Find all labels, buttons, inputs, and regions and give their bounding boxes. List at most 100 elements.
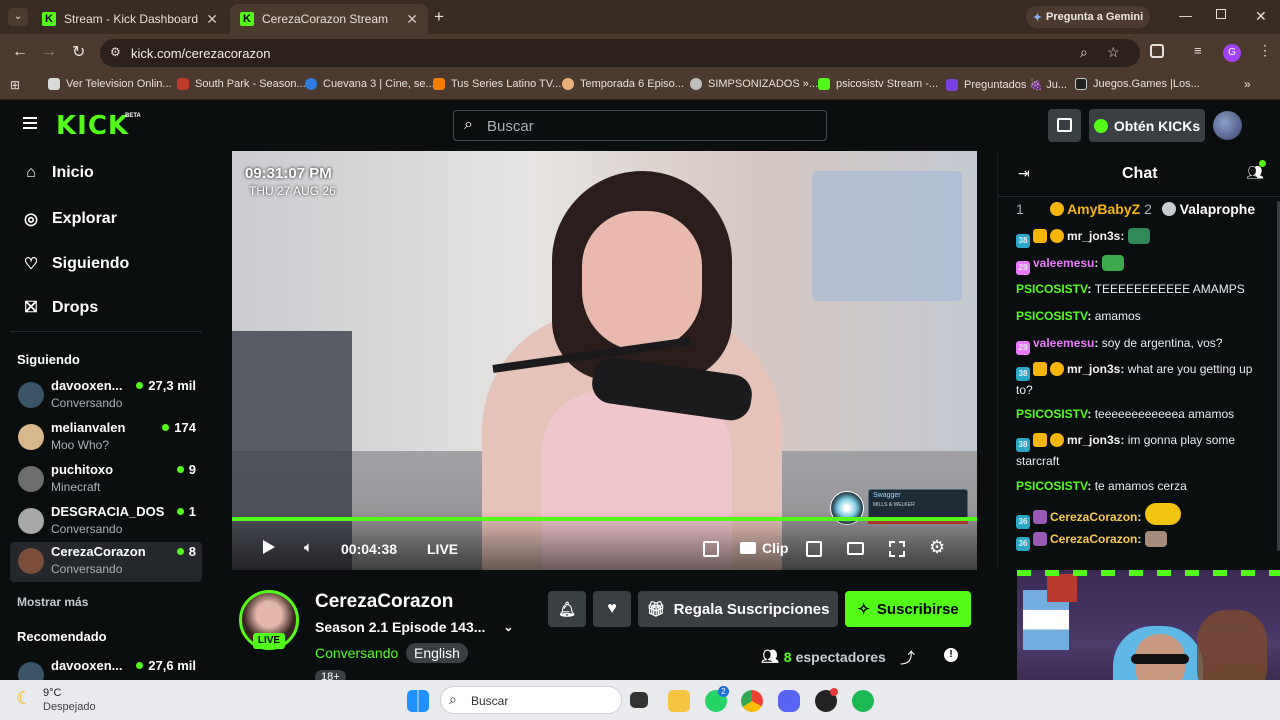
theater-mode-icon[interactable]: [847, 542, 864, 555]
subscriber-badge-icon: 29: [1016, 261, 1030, 275]
profile-avatar[interactable]: G: [1223, 44, 1241, 62]
channel-name[interactable]: CerezaCorazon: [315, 591, 453, 613]
home-icon: ⌂: [26, 164, 36, 181]
kick-logo[interactable]: KICK: [56, 111, 129, 141]
chat-message: 36 CerezaCorazon:: [1016, 530, 1271, 551]
bookmark-item[interactable]: psicosistv Stream -...: [818, 78, 938, 90]
user-avatar[interactable]: [1213, 111, 1242, 140]
following-item[interactable]: davooxen... Conversando 27,3 mil: [10, 376, 202, 416]
bookmark-item[interactable]: South Park - Season...: [177, 78, 306, 90]
get-kicks-button[interactable]: Obtén KICKs: [1089, 109, 1205, 142]
heart-icon: ♡: [23, 256, 39, 273]
elapsed-time: 00:04:38: [341, 541, 398, 557]
zoom-icon[interactable]: ⌕: [1080, 44, 1088, 61]
menu-dots-icon[interactable]: ⋮: [1258, 42, 1272, 59]
following-item[interactable]: melianvalen Moo Who? 174: [10, 418, 202, 458]
settings-gear-icon[interactable]: ⚙: [929, 537, 945, 558]
play-icon[interactable]: [263, 540, 275, 554]
following-item[interactable]: puchitoxo Minecraft 9: [10, 460, 202, 500]
bookmark-item[interactable]: SIMPSONIZADOS »...: [690, 78, 818, 90]
fullscreen-icon[interactable]: [889, 541, 905, 557]
bookmark-item[interactable]: Cuevana 3 | Cine, se...: [305, 78, 435, 90]
subscribe-button[interactable]: ✧ Suscribirse: [845, 591, 971, 627]
volume-icon[interactable]: 🔈︎: [304, 539, 313, 556]
follow-heart-button[interactable]: ♥: [593, 591, 631, 627]
following-item[interactable]: DESGRACIA_DOS Conversando 1: [10, 502, 202, 542]
media-control-icon[interactable]: ≡: [1194, 43, 1202, 58]
spotify-icon[interactable]: [852, 690, 874, 712]
bookmark-item[interactable]: Ver Television Onlin...: [48, 78, 172, 90]
bookmark-star-icon[interactable]: ☆: [1107, 44, 1120, 61]
chat-message: PSICOSISTV: te amamos cerza: [1016, 479, 1187, 493]
kick-header: KICK BETA ⌕ Buscar Obtén KICKs: [0, 100, 1280, 150]
tab-close-icon[interactable]: ✕: [206, 11, 218, 28]
video-player[interactable]: 09:31:07 PM THU 27 AUG 26 Swagger MILLS …: [232, 151, 977, 570]
minimize-player-icon[interactable]: [703, 541, 719, 557]
subscriber-badge-icon: 38: [1016, 234, 1030, 248]
site-info-icon[interactable]: ⚙: [110, 45, 121, 59]
dashboard-icon: [1057, 118, 1072, 132]
avatar: [18, 466, 44, 492]
nav-drops[interactable]: ⛝ Drops: [22, 299, 98, 317]
address-bar[interactable]: ⚙ kick.com/cerezacorazon ⌕ ☆: [100, 39, 1140, 67]
search-input[interactable]: ⌕ Buscar: [453, 110, 827, 141]
file-explorer-icon[interactable]: [668, 690, 690, 712]
dashboard-button[interactable]: [1048, 109, 1081, 142]
streamer-face: [582, 211, 702, 351]
share-icon[interactable]: ⤴: [900, 647, 915, 668]
taskbar-search[interactable]: ⌕ Buscar: [440, 686, 622, 714]
notification-dot: [830, 688, 838, 696]
apps-grid-icon[interactable]: ⊞: [10, 78, 20, 92]
bookmark-item[interactable]: Tus Series Latino TV...: [433, 78, 561, 90]
collapse-chat-icon[interactable]: ⇥: [1018, 165, 1030, 182]
minimize-icon[interactable]: —: [1179, 8, 1192, 23]
back-icon[interactable]: ←: [12, 43, 28, 61]
clip-button[interactable]: Clip: [740, 540, 788, 556]
following-item-active[interactable]: CerezaCorazon Conversando 8: [10, 542, 202, 582]
new-tab-icon[interactable]: +: [434, 7, 444, 27]
windows-taskbar: ☾ 9°C Despejado ⌕ Buscar 2: [0, 680, 1280, 720]
channel-info: LIVE CerezaCorazon Season 2.1 Episode 14…: [212, 570, 997, 684]
bookmark-item[interactable]: Temporada 6 Episo...: [562, 78, 684, 90]
chat-message: PSICOSISTV: amamos: [1016, 309, 1141, 323]
task-view-icon[interactable]: [630, 692, 648, 708]
menu-hamburger-icon[interactable]: [23, 117, 37, 129]
notifications-button[interactable]: 🔔︎: [548, 591, 586, 627]
bookmark-favicon-icon: [433, 78, 445, 90]
stream-title[interactable]: Season 2.1 Episode 143... ⌄: [315, 619, 513, 635]
subscriber-badge-icon: 38: [1016, 438, 1030, 452]
more-bookmarks-icon[interactable]: »: [1244, 77, 1251, 91]
more-info-icon[interactable]: !: [944, 648, 958, 662]
extensions-icon[interactable]: [1150, 44, 1164, 58]
nav-siguiendo[interactable]: ♡ Siguiendo: [22, 254, 130, 274]
weather-moon-icon[interactable]: ☾: [16, 688, 32, 709]
restore-icon[interactable]: [1216, 9, 1226, 19]
forward-icon[interactable]: →: [41, 43, 57, 61]
chrome-icon[interactable]: [741, 690, 763, 712]
close-window-icon[interactable]: ✕: [1255, 8, 1267, 25]
viewer-count: 👥︎ 8 espectadores: [761, 648, 886, 665]
bookmark-favicon-icon: [305, 78, 317, 90]
bookmark-item[interactable]: Preguntados 🍇 Ju...: [946, 78, 1067, 91]
gemini-button[interactable]: ✦ Pregunta a Gemini: [1026, 6, 1150, 28]
reload-icon[interactable]: ↻: [72, 42, 85, 62]
gift-subs-button[interactable]: 🎁︎ Regala Suscripciones: [638, 591, 838, 627]
bookmark-item[interactable]: Juegos.Games |Los...: [1075, 78, 1200, 90]
windows-start-icon[interactable]: [407, 690, 429, 712]
chat-message: 38 mr_jon3s: im gonna play some starcraft: [1016, 433, 1236, 468]
tab-close-icon[interactable]: ✕: [406, 11, 418, 28]
tab-cerezacorazon[interactable]: K CerezaCorazon Stream - W ✕: [230, 4, 428, 34]
tab-kick-dashboard[interactable]: K Stream - Kick Dashboard ✕: [32, 4, 228, 34]
show-more-link[interactable]: Mostrar más: [17, 595, 88, 609]
nav-inicio[interactable]: ⌂ Inicio: [22, 164, 94, 182]
category-link[interactable]: Conversando: [315, 645, 398, 661]
tab-list-icon[interactable]: ⌄: [8, 8, 28, 26]
nav-explorar[interactable]: ◎ Explorar: [22, 209, 117, 229]
hide-chat-icon[interactable]: [806, 541, 822, 557]
chevron-down-icon: ⌄: [503, 620, 514, 634]
chat-message: 38 mr_jon3s: what are you getting up to?: [1016, 362, 1253, 397]
browser-tab-bar: ⌄ K Stream - Kick Dashboard ✕ K CerezaCo…: [0, 0, 1280, 34]
language-tag[interactable]: English: [406, 643, 468, 663]
video-progress-bar[interactable]: [232, 517, 977, 521]
discord-icon[interactable]: [778, 690, 800, 712]
